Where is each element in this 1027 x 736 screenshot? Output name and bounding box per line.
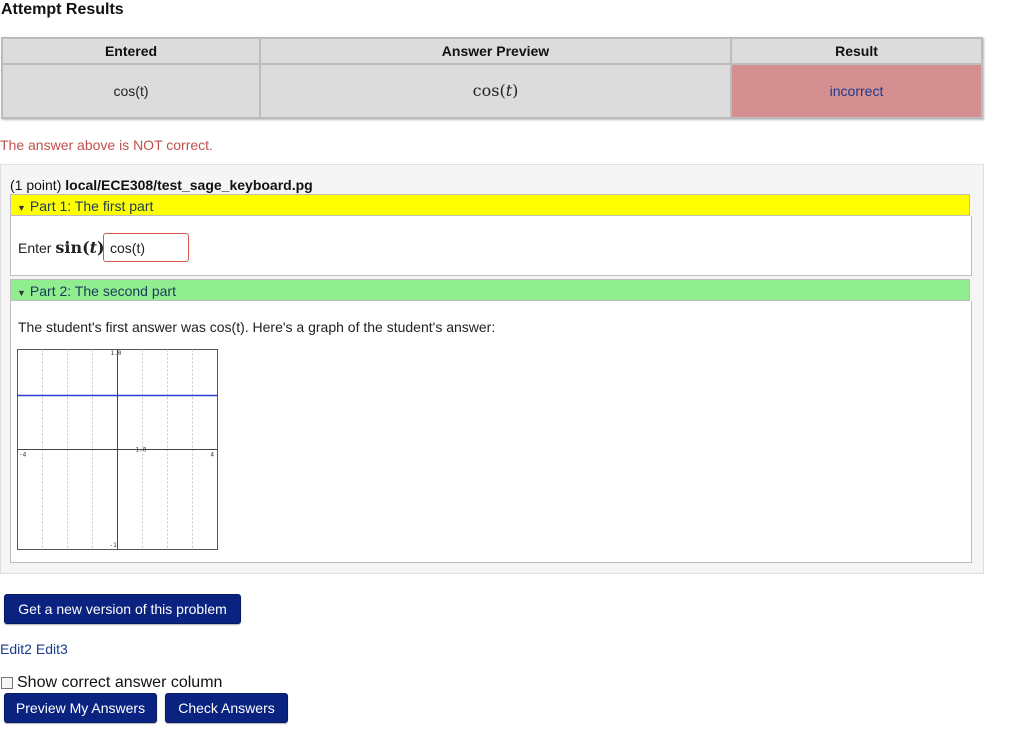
part2-header[interactable]: ▼ Part 2: The second part [10, 279, 970, 301]
show-correct-option: Show correct answer column [0, 674, 222, 692]
header-result: Result [731, 38, 982, 64]
attempt-results-table: Entered Answer Preview Result cos(t) cos… [1, 37, 983, 119]
preview-var: t [505, 81, 513, 101]
tick-label-x-right: 4 [210, 452, 214, 459]
math-var: t [89, 238, 98, 257]
show-correct-label: Show correct answer column [17, 674, 223, 691]
tick-label-y-bottom: -1 [110, 542, 118, 549]
edit-links: Edit2 Edit3 [0, 641, 72, 657]
show-correct-checkbox[interactable] [1, 677, 13, 689]
enter-text: Enter [18, 240, 52, 256]
header-answer-preview: Answer Preview [260, 38, 731, 64]
feedback-message: The answer above is NOT correct. [0, 137, 213, 153]
problem-path: local/ECE308/test_sage_keyboard.pg [65, 177, 313, 193]
preview-func: cos [472, 81, 500, 101]
header-entered: Entered [2, 38, 260, 64]
answer-graph: 1.0 -1 -4 4 1.0 [17, 349, 218, 550]
tick-label-y-top: 1.0 [111, 350, 122, 357]
check-answers-button[interactable]: Check Answers [165, 693, 288, 723]
entered-cell: cos(t) [2, 63, 260, 118]
tick-label-x-left: -4 [19, 452, 27, 459]
problem-header: (1 point) local/ECE308/test_sage_keyboar… [10, 177, 313, 193]
edit3-link[interactable]: Edit3 [36, 641, 68, 657]
tick-label-origin: 1.0 [136, 447, 147, 454]
triangle-down-icon: ▼ [17, 288, 26, 298]
answer-preview-cell: cos(t) [260, 63, 731, 118]
enter-label: Enter sin(t) [18, 238, 105, 257]
part2-title: Part 2: The second part [29, 283, 176, 299]
part2-text: The student's first answer was cos(t). H… [18, 319, 496, 335]
triangle-down-icon: ▼ [17, 203, 26, 213]
new-version-button[interactable]: Get a new version of this problem [4, 594, 241, 624]
math-func: sin [55, 238, 83, 257]
part1-header[interactable]: ▼ Part 1: The first part [10, 194, 970, 216]
page-title: Attempt Results [1, 1, 124, 18]
edit2-link[interactable]: Edit2 [0, 641, 32, 657]
preview-answers-button[interactable]: Preview My Answers [4, 693, 157, 723]
result-cell: incorrect [731, 63, 982, 118]
table-row: cos(t) cos(t) incorrect [2, 63, 982, 118]
answer-input[interactable] [103, 233, 189, 262]
part1-title: Part 1: The first part [29, 198, 154, 214]
problem-points: (1 point) [10, 177, 62, 193]
